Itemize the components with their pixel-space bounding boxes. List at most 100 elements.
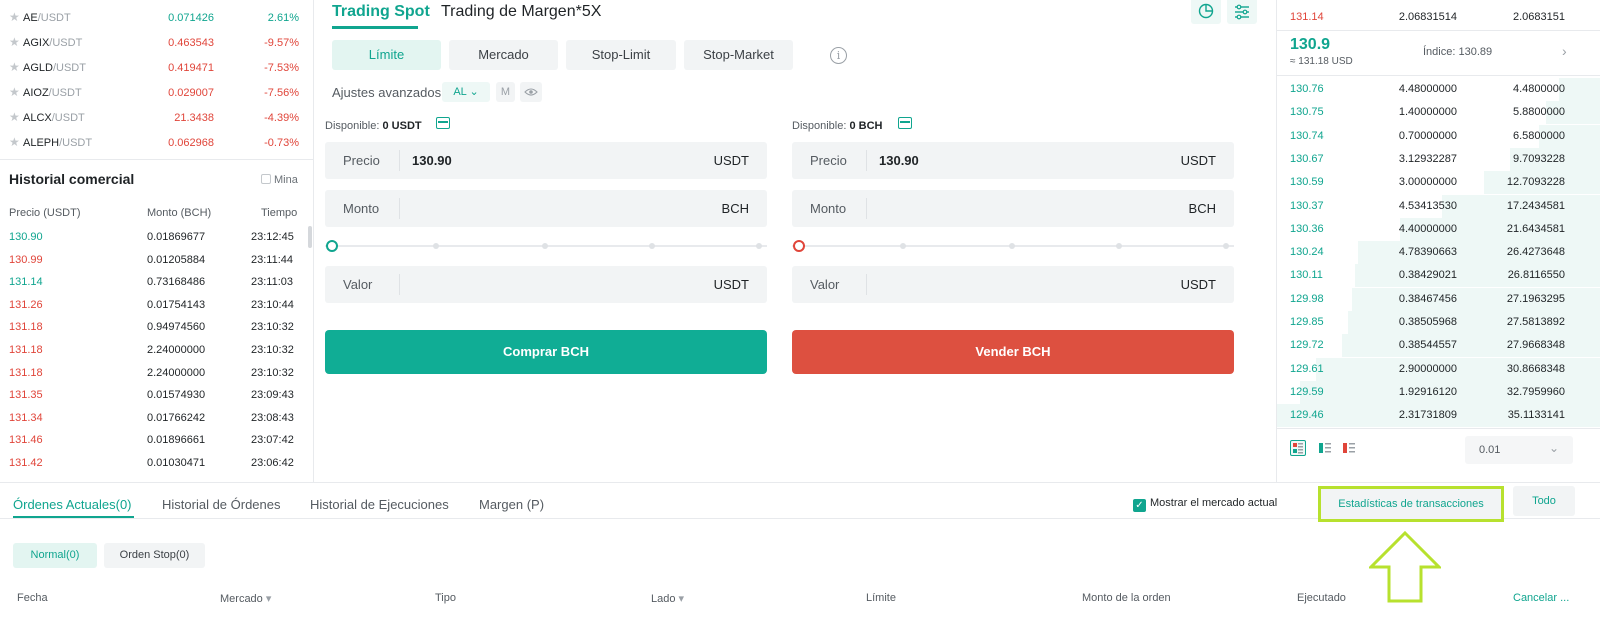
bid-row[interactable]: 129.98 0.38467456 27.1963295 <box>1277 287 1600 311</box>
bid-row[interactable]: 129.72 0.38544557 27.9668348 <box>1277 334 1600 358</box>
star-icon[interactable]: ★ <box>9 111 21 123</box>
subtab-stop-order[interactable]: Orden Stop(0) <box>104 543 205 568</box>
star-icon[interactable]: ★ <box>9 136 21 148</box>
slider-handle[interactable] <box>793 240 805 252</box>
slider-handle[interactable] <box>326 240 338 252</box>
slider-step[interactable] <box>1116 243 1122 249</box>
star-icon[interactable]: ★ <box>9 36 21 48</box>
index-price: Índice: 130.89 <box>1423 46 1493 58</box>
tab-current-orders[interactable]: Órdenes Actuales(0) <box>13 497 132 512</box>
slider-step[interactable] <box>1223 243 1229 249</box>
trade-amount: 0.01754143 <box>147 298 206 311</box>
col-market[interactable]: Mercado ▾ <box>220 592 271 605</box>
trade-time: 23:10:44 <box>251 298 294 311</box>
precision-select[interactable]: 0.01 ⌄ <box>1465 436 1573 464</box>
buy-price-value[interactable]: 130.90 <box>412 153 452 168</box>
sell-amount-field[interactable]: Monto BCH <box>792 190 1234 227</box>
sell-amount-slider[interactable] <box>792 240 1234 252</box>
col-side[interactable]: Lado ▾ <box>651 592 684 605</box>
bid-row[interactable]: 129.85 0.38505968 27.5813892 <box>1277 311 1600 334</box>
slider-step[interactable] <box>649 243 655 249</box>
market-price: 0.463543 <box>168 37 214 49</box>
market-row[interactable]: ★ ALCX/USDT 21.3438 -4.39% <box>0 106 314 130</box>
subtab-normal[interactable]: Normal(0) <box>13 543 97 568</box>
bid-price: 129.98 <box>1290 292 1324 305</box>
market-row[interactable]: ★ ALEPH/USDT 0.062968 -0.73% <box>0 131 314 155</box>
market-change: -9.57% <box>264 37 299 49</box>
show-current-market-checkbox[interactable]: ✓ Mostrar el mercado actual <box>1133 497 1277 512</box>
star-icon[interactable]: ★ <box>9 11 21 23</box>
ask-row[interactable]: 131.14 2.06831514 2.0683151 <box>1277 6 1600 29</box>
field-separator <box>866 198 867 219</box>
trade-price: 131.46 <box>9 434 43 447</box>
pair-quote: /USDT <box>51 112 85 124</box>
chevron-down-icon: ⌄ <box>1548 441 1559 455</box>
buy-amount-slider[interactable] <box>325 240 767 252</box>
all-button[interactable]: Todo <box>1513 486 1575 516</box>
market-row[interactable]: ★ AIOZ/USDT 0.029007 -7.56% <box>0 81 314 105</box>
market-price: 0.071426 <box>168 12 214 24</box>
layout-asks-icon[interactable] <box>1341 440 1357 456</box>
slider-step[interactable] <box>900 243 906 249</box>
trade-row: 131.35 0.01574930 23:09:43 <box>0 384 314 407</box>
buy-button[interactable]: Comprar BCH <box>325 330 767 374</box>
trade-row: 131.26 0.01754143 23:10:44 <box>0 294 314 317</box>
layout-both-icon[interactable] <box>1290 440 1306 456</box>
scrollbar[interactable] <box>308 226 312 248</box>
bid-row[interactable]: 129.46 2.31731809 35.1133141 <box>1277 404 1600 428</box>
market-change: -0.73% <box>264 137 299 149</box>
bid-row[interactable]: 130.67 3.12932287 9.7093228 <box>1277 147 1600 171</box>
star-icon[interactable]: ★ <box>9 86 21 98</box>
slider-step[interactable] <box>756 243 762 249</box>
trade-price: 131.34 <box>9 411 43 424</box>
cancel-all-link[interactable]: Cancelar ... <box>1513 592 1569 604</box>
sell-price-field[interactable]: Precio 130.90 USDT <box>792 142 1234 179</box>
buy-amount-field[interactable]: Monto BCH <box>325 190 767 227</box>
last-price-usd: ≈ 131.18 USD <box>1290 56 1353 67</box>
tab-order-history[interactable]: Historial de Órdenes <box>162 497 281 512</box>
mine-checkbox[interactable]: Mina <box>261 174 298 186</box>
wallet-icon[interactable] <box>898 117 912 129</box>
bid-price: 130.59 <box>1290 176 1324 189</box>
bid-row[interactable]: 130.11 0.38429021 26.8116550 <box>1277 264 1600 288</box>
bid-row[interactable]: 130.74 0.70000000 6.5800000 <box>1277 124 1600 148</box>
buy-price-field[interactable]: Precio 130.90 USDT <box>325 142 767 179</box>
sell-price-unit: USDT <box>1180 153 1216 168</box>
layout-bids-icon[interactable] <box>1317 440 1333 456</box>
slider-step[interactable] <box>433 243 439 249</box>
bid-row[interactable]: 130.37 4.53413530 17.2434581 <box>1277 194 1600 218</box>
market-row[interactable]: ★ AGIX/USDT 0.463543 -9.57% <box>0 31 314 55</box>
market-pair: AIOZ/USDT <box>23 87 82 99</box>
bid-row[interactable]: 130.76 4.48000000 4.4800000 <box>1277 78 1600 101</box>
chevron-right-icon[interactable]: › <box>1562 43 1567 59</box>
star-icon[interactable]: ★ <box>9 61 21 73</box>
buy-value-field[interactable]: Valor USDT <box>325 266 767 303</box>
trade-time: 23:07:42 <box>251 434 294 447</box>
buy-available-value: 0 USDT <box>382 120 422 132</box>
tab-execution-history[interactable]: Historial de Ejecuciones <box>310 497 449 512</box>
tab-margin-p[interactable]: Margen (P) <box>479 497 544 512</box>
bid-row[interactable]: 130.75 1.40000000 5.8800000 <box>1277 101 1600 125</box>
bid-row[interactable]: 130.59 3.00000000 12.7093228 <box>1277 171 1600 195</box>
market-row[interactable]: ★ AGLD/USDT 0.419471 -7.53% <box>0 56 314 80</box>
bid-row[interactable]: 130.24 4.78390663 26.4273648 <box>1277 241 1600 265</box>
bid-total: 35.1133141 <box>1507 409 1565 422</box>
trade-amount: 0.01030471 <box>147 457 206 469</box>
trade-row: 131.46 0.01896661 23:07:42 <box>0 429 314 452</box>
wallet-icon[interactable] <box>436 117 450 129</box>
pair-base: AGIX <box>23 37 50 49</box>
transaction-stats-button[interactable]: Estadísticas de transacciones <box>1318 486 1504 522</box>
trade-row: 131.14 0.73168486 23:11:03 <box>0 271 314 294</box>
slider-step[interactable] <box>1009 243 1015 249</box>
left-panel: ★ AE/USDT 0.071426 2.61% ★ AGIX/USDT 0.463543-… <box>0 0 314 482</box>
trade-time: 23:10:32 <box>251 321 294 334</box>
sell-value-field[interactable]: Valor USDT <box>792 266 1234 303</box>
market-row[interactable]: ★ AE/USDT 0.071426 2.61% <box>0 6 314 30</box>
sell-panel: Disponible: 0 BCH Precio 130.90 USDT Mon… <box>792 0 1234 482</box>
sell-button[interactable]: Vender BCH <box>792 330 1234 374</box>
bid-row[interactable]: 129.61 2.90000000 30.8668348 <box>1277 357 1600 381</box>
bid-row[interactable]: 130.36 4.40000000 21.6434581 <box>1277 217 1600 241</box>
bid-row[interactable]: 129.59 1.92916120 32.7959960 <box>1277 380 1600 404</box>
slider-step[interactable] <box>542 243 548 249</box>
sell-price-value[interactable]: 130.90 <box>879 153 919 168</box>
